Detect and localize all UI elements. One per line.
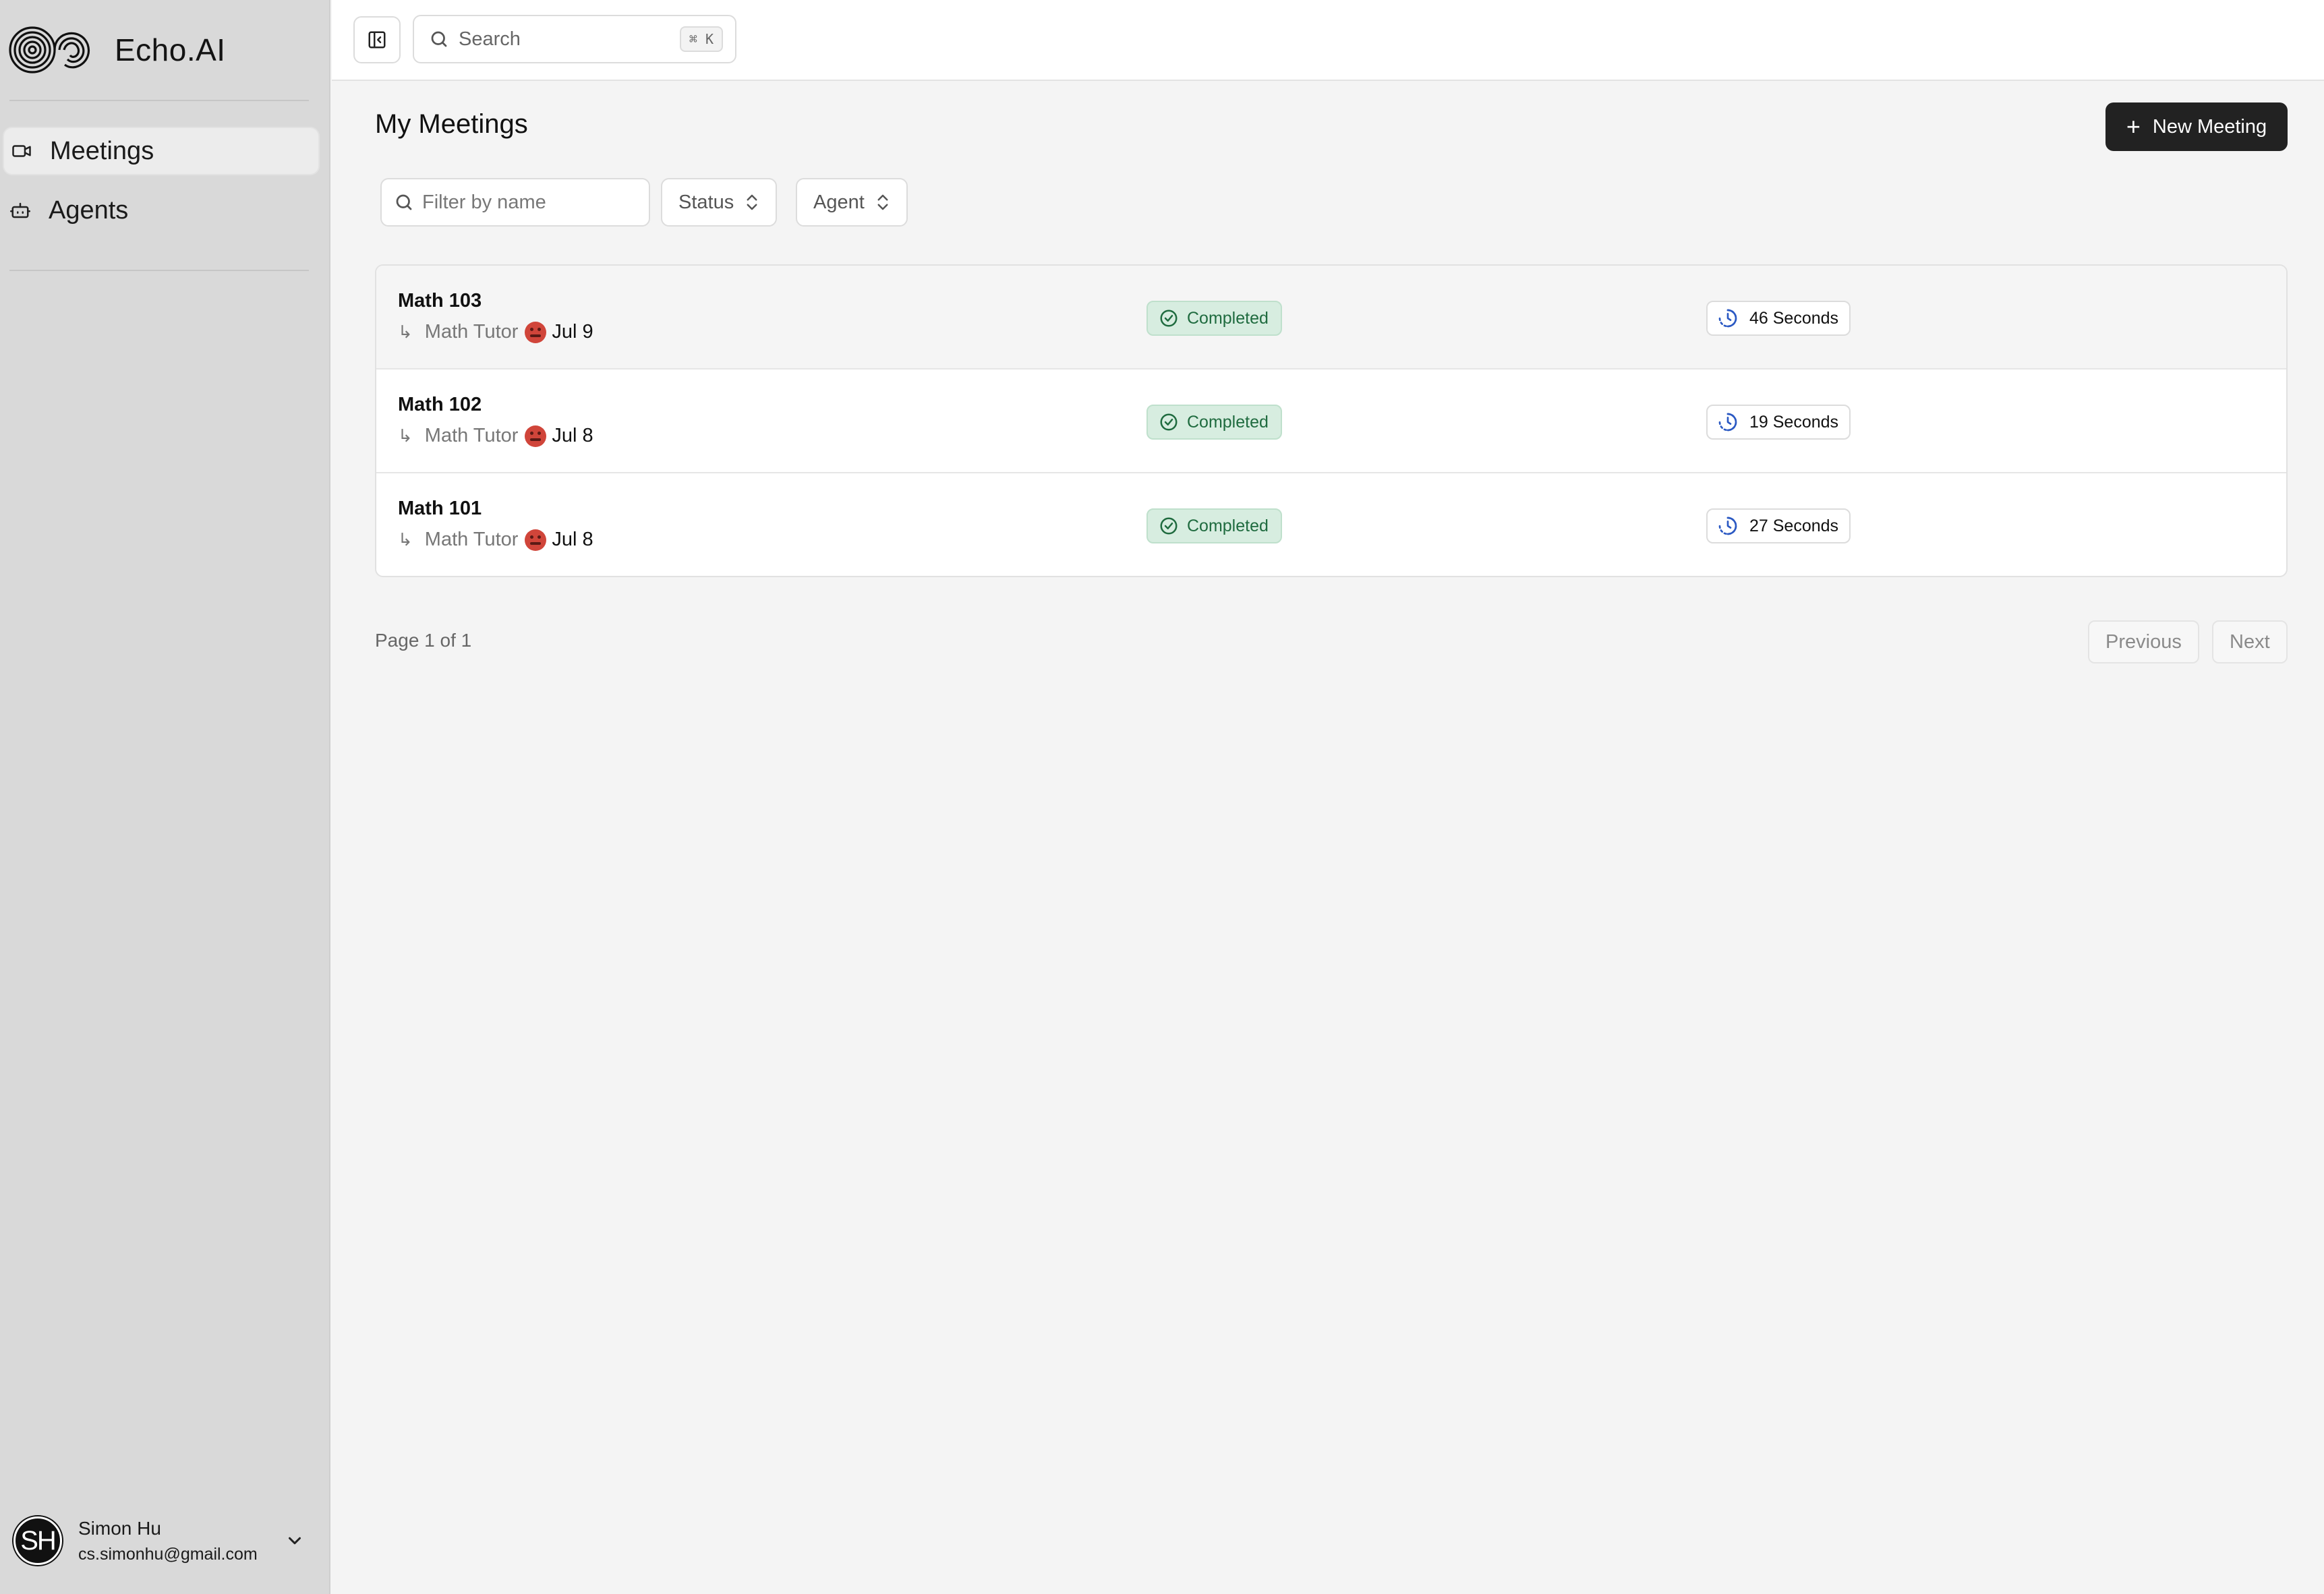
corner-down-right-icon: ↳ (398, 425, 413, 446)
meeting-meta: ↳ Math Tutor Jul 8 (398, 529, 593, 551)
meeting-meta: ↳ Math Tutor Jul 8 (398, 425, 593, 447)
status-filter-label: Status (678, 191, 734, 213)
chevron-down-icon[interactable] (285, 1531, 305, 1551)
status-filter-dropdown[interactable]: Status (661, 178, 778, 227)
duration-badge: 46 Seconds (1706, 301, 1851, 336)
meeting-agent: Math Tutor (424, 425, 519, 446)
meeting-name: Math 102 (398, 394, 482, 415)
search-placeholder: Search (459, 28, 521, 50)
bot-icon (9, 200, 31, 221)
corner-down-right-icon: ↳ (398, 529, 413, 550)
meeting-name: Math 103 (398, 290, 482, 312)
panel-left-icon (368, 31, 386, 49)
avatar: SH (13, 1516, 62, 1565)
clock-fading-icon (1718, 309, 1737, 328)
clock-fading-icon (1718, 516, 1737, 535)
table-row[interactable]: Math 103 ↳ Math Tutor Jul 9 Completed 46… (376, 266, 2286, 370)
user-menu[interactable]: SH Simon Hu cs.simonhu@gmail.com (13, 1510, 317, 1571)
meeting-name: Math 101 (398, 498, 482, 519)
check-circle-icon (1160, 309, 1178, 327)
duration-label: 19 Seconds (1749, 412, 1839, 432)
new-meeting-button[interactable]: + New Meeting (2105, 102, 2288, 151)
meetings-table: Math 103 ↳ Math Tutor Jul 9 Completed 46… (375, 264, 2288, 577)
agent-filter-label: Agent (813, 191, 865, 213)
status-badge: Completed (1146, 508, 1282, 543)
status-label: Completed (1187, 516, 1269, 535)
sidebar-item-label: Agents (49, 196, 129, 225)
check-circle-icon (1160, 517, 1178, 535)
meeting-agent: Math Tutor (424, 529, 519, 550)
sidebar-divider (9, 100, 309, 101)
shortcut-hint: ⌘ K (679, 26, 723, 52)
brand[interactable]: Echo.AI (8, 18, 226, 82)
logo-icon (9, 26, 90, 73)
duration-label: 46 Seconds (1749, 308, 1839, 328)
sidebar-item-meetings[interactable]: Meetings (3, 127, 320, 175)
duration-badge: 19 Seconds (1706, 405, 1851, 440)
sidebar-toggle-button[interactable] (353, 16, 401, 63)
agent-avatar-icon (525, 425, 547, 447)
filter-placeholder: Filter by name (422, 191, 546, 213)
page-title: My Meetings (375, 109, 528, 139)
main-content: My Meetings + New Meeting Filter by name… (332, 82, 2324, 1594)
duration-label: 27 Seconds (1749, 516, 1839, 535)
duration-badge: 27 Seconds (1706, 508, 1851, 543)
agent-filter-dropdown[interactable]: Agent (796, 178, 908, 227)
clock-fading-icon (1718, 413, 1737, 432)
chevrons-up-down-icon (747, 194, 757, 210)
status-badge: Completed (1146, 405, 1282, 440)
plus-icon: + (2126, 113, 2141, 140)
table-row[interactable]: Math 102 ↳ Math Tutor Jul 8 Completed 19… (376, 370, 2286, 473)
next-page-button[interactable]: Next (2212, 620, 2288, 663)
user-name: Simon Hu (78, 1517, 161, 1539)
corner-down-right-icon: ↳ (398, 322, 413, 342)
new-meeting-label: New Meeting (2152, 115, 2267, 138)
topbar: Search ⌘ K (332, 0, 2324, 81)
filter-by-name-input[interactable]: Filter by name (380, 178, 650, 227)
sidebar: Echo.AI Meetings Agents SH Simon Hu cs.s… (0, 0, 330, 1594)
app-root: Echo.AI Meetings Agents SH Simon Hu cs.s… (0, 0, 2324, 1594)
table-row[interactable]: Math 101 ↳ Math Tutor Jul 8 Completed 27… (376, 473, 2286, 576)
check-circle-icon (1160, 413, 1178, 431)
meeting-date: Jul 9 (552, 321, 593, 343)
meeting-date: Jul 8 (552, 529, 593, 550)
sidebar-item-label: Meetings (50, 136, 154, 165)
search-icon (396, 194, 412, 210)
sidebar-divider (9, 270, 309, 271)
agent-avatar-icon (525, 529, 547, 551)
video-icon (11, 140, 32, 162)
search-icon (431, 31, 447, 47)
sidebar-item-agents[interactable]: Agents (3, 186, 320, 235)
status-badge: Completed (1146, 301, 1282, 336)
brand-name: Echo.AI (115, 32, 226, 67)
pagination-info: Page 1 of 1 (375, 630, 472, 651)
status-label: Completed (1187, 412, 1269, 432)
global-search[interactable]: Search ⌘ K (413, 15, 736, 63)
user-email: cs.simonhu@gmail.com (78, 1544, 258, 1564)
user-info: Simon Hu cs.simonhu@gmail.com (78, 1518, 285, 1564)
meeting-agent: Math Tutor (424, 321, 519, 343)
chevrons-up-down-icon (877, 194, 888, 210)
status-label: Completed (1187, 308, 1269, 328)
meeting-date: Jul 8 (552, 425, 593, 446)
agent-avatar-icon (525, 321, 547, 343)
meeting-meta: ↳ Math Tutor Jul 9 (398, 321, 593, 343)
previous-page-button[interactable]: Previous (2088, 620, 2199, 663)
